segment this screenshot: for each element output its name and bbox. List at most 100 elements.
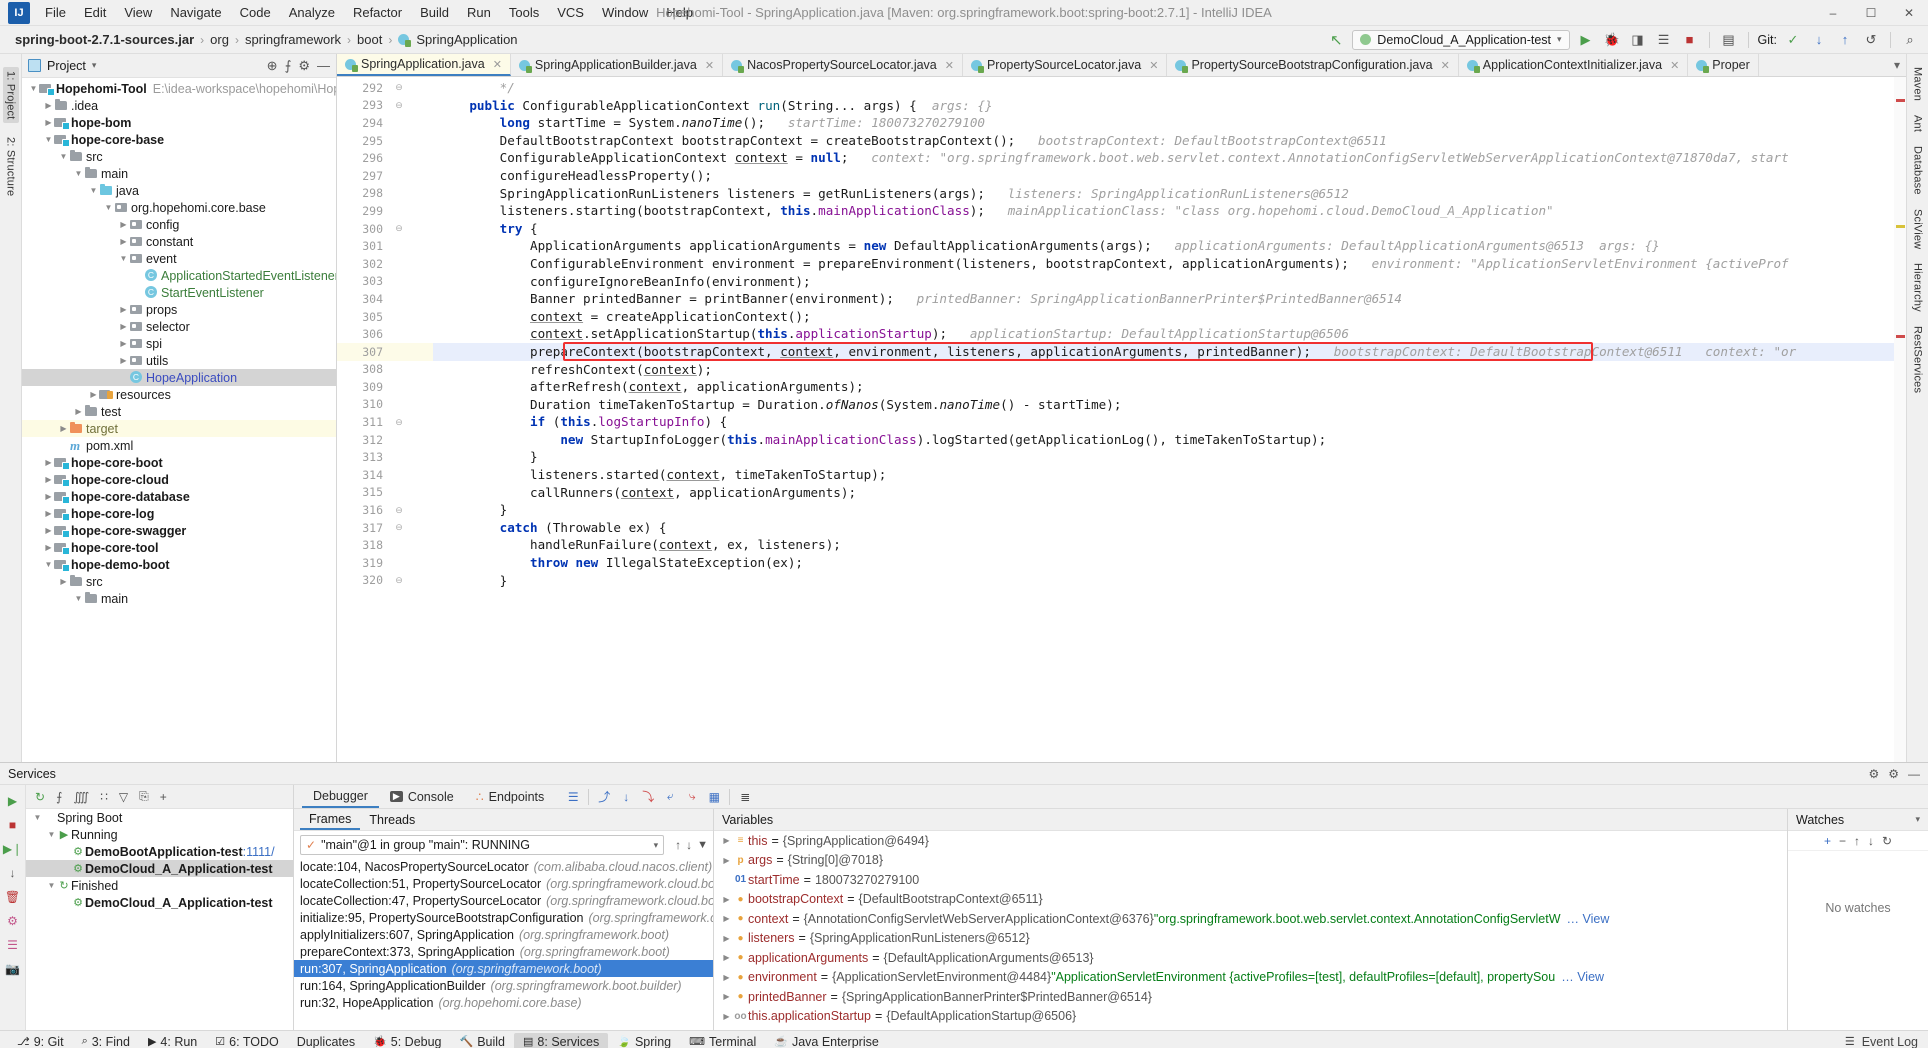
editor-tab-nacospropertysourcelocator[interactable]: NacosPropertySourceLocator.java ✕	[723, 54, 963, 76]
services-tree-item-spring-boot[interactable]: ▼ Spring Boot	[26, 809, 293, 826]
services-tree-item-demobootapplication-test[interactable]: ⚙ DemoBootApplication-test :1111/	[26, 843, 293, 860]
step-into-icon[interactable]: ⤵	[638, 788, 658, 806]
code-line[interactable]: try {	[433, 220, 1894, 238]
services-tree-toolbar[interactable]: ↻ ⨍ ⨌ ∷ ▽ ⎘ +	[26, 785, 293, 809]
refresh-icon[interactable]: ↻	[35, 790, 45, 804]
tree-item-config[interactable]: ▶ config	[22, 216, 336, 233]
tree-item-event[interactable]: ▼ event	[22, 250, 336, 267]
frame-item[interactable]: run:307, SpringApplication (org.springfra…	[294, 960, 713, 977]
code-line[interactable]: throw new IllegalStateException(ex);	[433, 554, 1894, 572]
collapse-all-icon[interactable]: ⨌	[73, 790, 89, 804]
gutter-line[interactable]: 298	[337, 185, 433, 203]
close-tab-icon[interactable]: ✕	[1149, 59, 1158, 72]
menu-item-window[interactable]: Window	[593, 2, 657, 23]
delete-icon[interactable]: 🗑	[5, 889, 20, 904]
gutter-line[interactable]: 299	[337, 202, 433, 220]
gutter-line[interactable]: 316 ⊖	[337, 501, 433, 519]
settings-icon[interactable]: ⚙	[298, 58, 310, 74]
group-icon[interactable]: ∷	[100, 790, 108, 804]
variables-list[interactable]: ▶ ≡ this = {SpringApplication@6494} ▶ p args = {S…	[714, 831, 1787, 1026]
tree-item-selector[interactable]: ▶ selector	[22, 318, 336, 335]
frames-list[interactable]: locate:104, NacosPropertySourceLocator (c…	[294, 858, 713, 1011]
code-editor[interactable]: 292 ⊖ 293 ⊖ 294 295 296 297 298 299 300 ⊖ 301 302 303 3…	[337, 77, 1906, 762]
code-line[interactable]: DefaultBootstrapContext bootstrapContext…	[433, 132, 1894, 150]
back-arrow-icon[interactable]: ↖	[1326, 30, 1346, 50]
layout-settings-icon[interactable]: ☰	[563, 788, 583, 806]
layout-button[interactable]: ▤	[1719, 30, 1739, 50]
thread-selector[interactable]: ✓ "main"@1 in group "main": RUNNING ▾	[300, 835, 665, 855]
tree-expander-icon[interactable]: ▶	[73, 407, 84, 416]
filter-icon[interactable]: ▽	[119, 790, 128, 804]
frames-tab-bar[interactable]: Frames Threads	[294, 809, 713, 831]
services-hide-icon[interactable]: —	[1908, 767, 1920, 781]
services-tree-item-finished[interactable]: ▼ ↻ Finished	[26, 877, 293, 894]
gutter-line[interactable]: 317 ⊖	[337, 519, 433, 537]
run-configuration-selector[interactable]: DemoCloud_A_Application-test ▾	[1352, 29, 1570, 50]
step-over-icon[interactable]: ↓	[616, 788, 636, 806]
tree-expander-icon[interactable]: ▶	[43, 492, 54, 501]
code-line[interactable]: ApplicationArguments applicationArgument…	[433, 237, 1894, 255]
variable-expander-icon[interactable]: ▶	[720, 895, 733, 904]
editor-tab-propertysourcelocator[interactable]: PropertySourceLocator.java ✕	[963, 54, 1168, 76]
tree-item-java[interactable]: ▼ java	[22, 182, 336, 199]
dump-threads-icon[interactable]: ↓	[5, 865, 20, 880]
variable-expander-icon[interactable]: ▶	[720, 973, 733, 982]
frame-filter-icon[interactable]: ▼	[697, 839, 708, 851]
tree-expander-icon[interactable]: ▶	[43, 458, 54, 467]
code-line[interactable]: Banner printedBanner = printBanner(envir…	[433, 290, 1894, 308]
toolwindow-button-build[interactable]: 🔨 Build	[451, 1033, 515, 1048]
variable-expander-icon[interactable]: ▶	[720, 914, 733, 923]
tree-expander-icon[interactable]: ▼	[46, 881, 57, 890]
editor-gutter[interactable]: 292 ⊖ 293 ⊖ 294 295 296 297 298 299 300 ⊖ 301 302 303 3…	[337, 77, 433, 762]
frame-item[interactable]: run:164, SpringApplicationBuilder (org.sp…	[294, 977, 713, 994]
breadcrumb-item-class[interactable]: SpringApplication	[413, 32, 520, 47]
tree-expander-icon[interactable]: ▶	[118, 305, 129, 314]
toolwindow-button-duplicates[interactable]: Duplicates	[288, 1033, 364, 1048]
gutter-line[interactable]: 308	[337, 361, 433, 379]
gutter-line[interactable]: 306	[337, 325, 433, 343]
gutter-line[interactable]: 311 ⊖	[337, 413, 433, 431]
code-line[interactable]: catch (Throwable ex) {	[433, 519, 1894, 537]
step-out-icon[interactable]: ⤴	[594, 788, 614, 806]
editor-tabs-overflow[interactable]: ▾	[1888, 54, 1906, 76]
run-button[interactable]: ▶	[1576, 30, 1596, 50]
editor-tab-springapplicationbuilder[interactable]: SpringApplicationBuilder.java ✕	[511, 54, 724, 76]
profiler-button[interactable]: ☰	[1654, 30, 1674, 50]
tree-expander-icon[interactable]: ▼	[73, 594, 84, 603]
minimize-button[interactable]: –	[1814, 0, 1852, 26]
editor-tab-applicationcontextinitializer[interactable]: ApplicationContextInitializer.java ✕	[1459, 54, 1689, 76]
rail-item-project[interactable]: 1: Project	[2, 67, 19, 124]
frame-up-icon[interactable]: ↑	[675, 838, 681, 852]
gutter-line[interactable]: 312	[337, 431, 433, 449]
search-icon[interactable]: ⌕	[1900, 30, 1920, 50]
rail-item-database[interactable]: Database	[1912, 146, 1924, 195]
stop-icon[interactable]: ■	[5, 817, 20, 832]
frame-item[interactable]: locate:104, NacosPropertySourceLocator (c…	[294, 858, 713, 875]
variable-row[interactable]: ▶ ≡ this = {SpringApplication@6494}	[714, 831, 1787, 851]
step-out-frame-icon[interactable]: ⤷	[682, 788, 702, 806]
add-watch-icon[interactable]: +	[1824, 834, 1831, 848]
tree-expander-icon[interactable]: ▶	[43, 118, 54, 127]
code-line[interactable]: listeners.starting(bootstrapContext, thi…	[433, 202, 1894, 220]
resume-icon[interactable]: ▶❘	[3, 841, 22, 856]
tree-expander-icon[interactable]: ▶	[118, 339, 129, 348]
gutter-line[interactable]: 297	[337, 167, 433, 185]
tree-expander-icon[interactable]: ▼	[43, 135, 54, 144]
tree-expander-icon[interactable]: ▼	[28, 84, 39, 93]
tree-item-hope-bom[interactable]: ▶ hope-bom	[22, 114, 336, 131]
git-commit-icon[interactable]: ↑	[1835, 30, 1855, 50]
tree-item-org-hopehomi-core-base[interactable]: ▼ org.hopehomi.core.base	[22, 199, 336, 216]
frame-item[interactable]: prepareContext:373, SpringApplication (or…	[294, 943, 713, 960]
close-tab-icon[interactable]: ✕	[1670, 59, 1679, 72]
code-line[interactable]: configureHeadlessProperty();	[433, 167, 1894, 185]
gutter-line[interactable]: 314	[337, 466, 433, 484]
breadcrumb-item-springframework[interactable]: springframework	[242, 32, 344, 47]
fold-toggle-icon[interactable]: ⊖	[389, 522, 409, 533]
gutter-line[interactable]: 315	[337, 484, 433, 502]
force-step-into-icon[interactable]: ⤶	[660, 788, 680, 806]
rail-item-sciview[interactable]: SciView	[1912, 209, 1924, 249]
variable-row[interactable]: ▶ ● applicationArguments = {DefaultApplicati…	[714, 948, 1787, 968]
breadcrumb-item-jar[interactable]: spring-boot-2.7.1-sources.jar	[12, 32, 197, 47]
run-to-cursor-icon[interactable]: ▦	[704, 788, 724, 806]
services-settings-icon[interactable]: ⚙	[1868, 767, 1879, 781]
